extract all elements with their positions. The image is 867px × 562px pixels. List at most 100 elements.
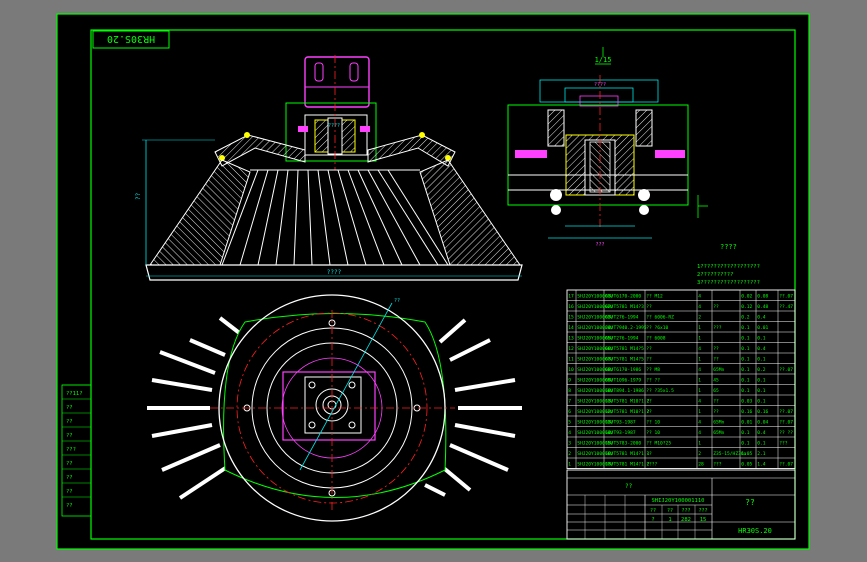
bom-cell: ?? — [646, 304, 652, 310]
bom-cell: ???? — [646, 462, 657, 468]
bom-cell: ?? — [713, 346, 719, 352]
bom-cell: ?? M12 — [646, 294, 663, 300]
bom-cell: ?? 10 — [646, 430, 660, 436]
bom-cell: 1 — [698, 409, 701, 415]
tech-note-2: 2?????????? — [697, 272, 733, 278]
left-block-label: ?? — [66, 419, 73, 425]
bom-cell: 15 — [568, 315, 574, 321]
bom-cell: ??? — [713, 325, 722, 331]
title-value-3: 15 — [700, 517, 707, 523]
bom-cell: 0.08 — [757, 294, 768, 300]
bom-cell: ?? M10?25 — [646, 441, 671, 447]
bom-cell: GB/T5783-2000 — [605, 441, 641, 447]
bom-cell: ??.07 — [779, 367, 793, 373]
title-label-1: ?? — [667, 508, 673, 514]
left-block-label: ?? — [66, 461, 73, 467]
bom-cell: GB/T93-1987 — [605, 420, 636, 426]
bom-cell: ?? — [713, 304, 719, 310]
bom-cell: 0.1 — [757, 357, 766, 363]
bom-cell: 12 — [568, 346, 574, 352]
bom-cell: 1 — [698, 378, 701, 384]
bom-cell: ??.07 — [779, 409, 793, 415]
bom-cell: 0.1 — [741, 430, 750, 436]
bom-cell: JB/T7940.2-1995 — [605, 325, 647, 331]
bom-cell: 1 — [698, 357, 701, 363]
left-block-label: ??11? — [66, 391, 83, 397]
bom-cell: 1 — [698, 388, 701, 394]
bom-cell: 0.1 — [741, 325, 750, 331]
bom-cell: 0.1 — [741, 378, 750, 384]
height-dim: ?? — [135, 192, 142, 200]
bom-cell: 4 — [698, 346, 701, 352]
bom-cell: 65Mn — [713, 420, 724, 426]
side-dim: ???? — [594, 82, 606, 88]
bom-cell: 4 — [698, 399, 701, 405]
bom-cell: 6 — [568, 409, 571, 415]
tech-note-3: 3?????????????????? — [697, 280, 760, 286]
bom-cell: 0.1 — [757, 336, 766, 342]
bom-cell: 0.12 — [741, 304, 752, 310]
bom-cell: 65Mn — [713, 430, 724, 436]
bom-cell: 16 — [568, 304, 574, 310]
bom-cell: ?? 6008 — [646, 336, 666, 342]
bom-cell: ?? — [713, 357, 719, 363]
bom-cell: 0.1 — [741, 357, 750, 363]
bom-cell: 45 — [713, 378, 719, 384]
bom-cell: 0.1 — [757, 388, 766, 394]
section-mark: 1/15 — [595, 56, 612, 64]
bom-cell: 0.4 — [757, 315, 766, 321]
left-block-label: ?? — [66, 503, 73, 509]
radius-callout: ?? — [394, 298, 400, 304]
bom-cell: GB/T93-1987 — [605, 430, 636, 436]
bom-cell: GB/T1096-1979 — [605, 378, 641, 384]
bottom-width-dim: ???? — [327, 269, 342, 276]
bom-cell: GB/T5781 M10?1.2 — [605, 399, 649, 405]
bom-cell: ?? — [646, 451, 652, 457]
cad-drawing-canvas[interactable]: HR30S.20 ?? ???? ???? 1/15 ??? ???? ?? ?… — [0, 0, 867, 562]
bom-cell: 9 — [568, 378, 571, 384]
bom-cell: 65Mn — [713, 367, 724, 373]
bom-cell: ?? ?? — [646, 378, 660, 384]
title-value-0: ? — [651, 517, 654, 523]
bom-cell: ??? — [779, 441, 788, 447]
bom-cell: ?? ?35x1.5 — [646, 388, 674, 394]
bom-cell: 0.04 — [757, 420, 768, 426]
bom-cell: ?? — [713, 399, 719, 405]
bom-cell: ?? — [646, 357, 652, 363]
title-label-3: ??? — [698, 508, 707, 514]
bom-cell: 0.1 — [757, 399, 766, 405]
bom-cell: ?? ?? — [779, 430, 793, 436]
bom-cell: 1 — [698, 336, 701, 342]
bom-cell: 1 — [568, 462, 571, 468]
bom-cell: GB/T5781 M14?5 — [605, 346, 644, 352]
bom-cell: 17 — [568, 294, 574, 300]
code-stamp: HR30S.20 — [107, 33, 155, 44]
bom-cell: 1 — [698, 325, 701, 331]
bom-cell: 11 — [568, 357, 574, 363]
bom-cell: 2 — [568, 451, 571, 457]
bom-cell: ?? M8 — [646, 367, 660, 373]
bom-cell: GB/T5781 M14?5 — [605, 357, 644, 363]
bom-cell: ?? 10 — [646, 420, 660, 426]
bom-cell: 2 — [698, 315, 701, 321]
bom-cell: GB/T894.1-1986 — [605, 388, 644, 394]
bom-cell: 0.4 — [757, 430, 766, 436]
bom-cell: ??.47 — [779, 304, 793, 310]
bom-cell: 0.1 — [741, 441, 750, 447]
bom-cell: 0.02 — [741, 294, 752, 300]
bom-cell: ??.07 — [779, 294, 793, 300]
bom-cell: 1.05 — [741, 451, 752, 457]
bom-cell: 13 — [568, 336, 574, 342]
bom-cell: 0.1 — [757, 378, 766, 384]
left-block-label: ?? — [66, 405, 73, 411]
bom-cell: ?? — [646, 346, 652, 352]
bom-cell: 0.03 — [741, 399, 752, 405]
bom-cell: 0.16 — [757, 409, 768, 415]
left-block-label: ?? — [66, 433, 73, 439]
tech-heading: ???? — [720, 243, 737, 251]
bom-cell: 4 — [698, 420, 701, 426]
bom-cell: 4 — [698, 294, 701, 300]
left-block-label: ??? — [66, 447, 76, 453]
bom-cell: 0.05 — [741, 462, 752, 468]
title-block-code: HR30S.20 — [738, 527, 772, 535]
